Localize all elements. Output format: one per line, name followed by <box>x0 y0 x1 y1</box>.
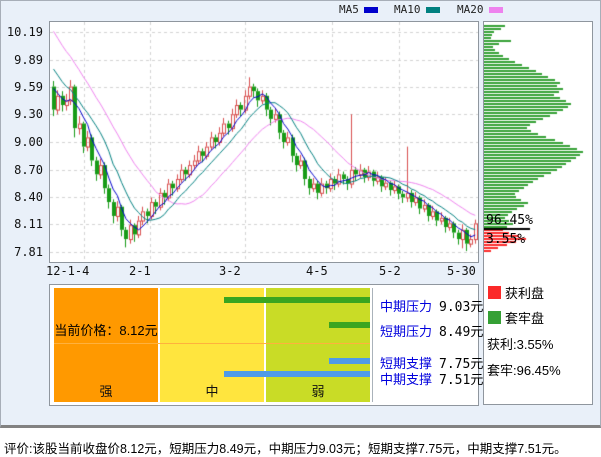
trapped-legend-label: 套牢盘 <box>505 310 545 326</box>
chip-distribution-panel: 96.45% 3.55% 获利盘 套牢盘 获利:3.55% 套牢:96.45% <box>483 21 593 405</box>
mid-support-bar <box>224 371 370 377</box>
zone-medium: 中 <box>160 288 264 402</box>
candlestick-chart <box>50 22 478 262</box>
profit-legend-label: 获利盘 <box>505 285 545 301</box>
mid-pressure-label: 中期压力 <box>380 299 433 314</box>
ma5-label: MA5 <box>339 3 359 16</box>
mid-pressure-row: 中期压力 9.03元 <box>380 296 483 315</box>
y-axis-label: 9.30 <box>14 107 43 122</box>
trapped-percent-text: 套牢:96.45% <box>487 363 561 378</box>
short-pressure-bar <box>329 322 370 328</box>
y-axis-label: 9.59 <box>14 80 43 95</box>
panel-divider <box>372 288 373 402</box>
short-pressure-value: 8.49元 <box>439 325 484 340</box>
profit-legend-item: 获利盘 <box>488 285 545 301</box>
y-axis-label: 9.89 <box>14 52 43 67</box>
y-axis-label: 8.70 <box>14 162 43 177</box>
y-axis-label: 8.40 <box>14 190 43 205</box>
current-price-text: 当前价格：8.12元 <box>54 323 158 338</box>
evaluation-text: 评价:该股当前收盘价8.12元，短期压力8.49元，中期压力9.03元；短期支撑… <box>4 442 567 456</box>
mid-support-row: 中期支撑 7.51元 <box>380 369 483 388</box>
zone-strong-label: 强 <box>99 384 113 399</box>
ma20-swatch-icon <box>488 6 503 13</box>
ma20-label: MA20 <box>457 3 484 16</box>
x-axis-label: 3-2 <box>219 264 241 278</box>
ma10-label: MA10 <box>394 3 421 16</box>
zone-strong: 当前价格：8.12元 强 <box>54 288 158 402</box>
trapped-pct-label: 96.45% <box>486 213 533 228</box>
mid-support-label: 中期支撑 <box>380 372 433 387</box>
y-axis-label: 7.81 <box>14 245 43 259</box>
midline-divider <box>54 343 370 344</box>
x-axis-label: 5-2 <box>379 264 401 278</box>
candlestick-panel <box>49 21 479 263</box>
profit-pct-label: 3.55% <box>486 232 526 247</box>
short-support-bar <box>329 358 370 364</box>
short-pressure-label: 短期压力 <box>380 324 433 339</box>
y-axis-label: 10.19 <box>6 25 43 39</box>
x-axis: 12-1-4 2-1 3-2 4-5 5-2 5-30 <box>1 264 481 278</box>
zone-medium-label: 中 <box>205 384 219 399</box>
x-axis-label: 4-5 <box>306 264 328 278</box>
x-axis-label: 12-1-4 <box>46 264 90 278</box>
ma5-swatch-icon <box>363 6 378 13</box>
stock-analysis-widget: MA5 MA10 MA20 10.19 9.89 9.59 9.30 9.00 8.70 8… <box>0 0 601 428</box>
ma20-legend-item: MA20 <box>457 3 503 16</box>
y-axis: 10.19 9.89 9.59 9.30 9.00 8.70 8.40 8.11 7.81 <box>1 1 46 281</box>
short-pressure-row: 短期压力 8.49元 <box>380 321 483 340</box>
zone-weak: 弱 <box>266 288 370 402</box>
y-axis-label: 9.00 <box>14 135 43 149</box>
x-axis-label: 5-30 <box>447 264 476 278</box>
mid-pressure-value: 9.03元 <box>439 300 484 315</box>
ma10-swatch-icon <box>425 6 440 13</box>
x-axis-label: 2-1 <box>129 264 151 278</box>
ma5-legend-item: MA5 <box>339 3 378 16</box>
ma10-legend-item: MA10 <box>394 3 440 16</box>
zone-weak-label: 弱 <box>311 384 325 399</box>
trapped-swatch-icon <box>488 310 501 324</box>
trapped-legend-item: 套牢盘 <box>488 310 545 326</box>
mid-pressure-bar <box>224 297 370 303</box>
y-axis-label: 8.11 <box>14 217 43 232</box>
profit-percent-text: 获利:3.55% <box>487 337 554 352</box>
pressure-support-panel: 当前价格：8.12元 强 中 弱 中期压力 9.03元 短期压力 8.49元 短期支… <box>49 284 483 406</box>
mid-support-value: 7.51元 <box>439 373 484 388</box>
profit-swatch-icon <box>488 285 501 299</box>
